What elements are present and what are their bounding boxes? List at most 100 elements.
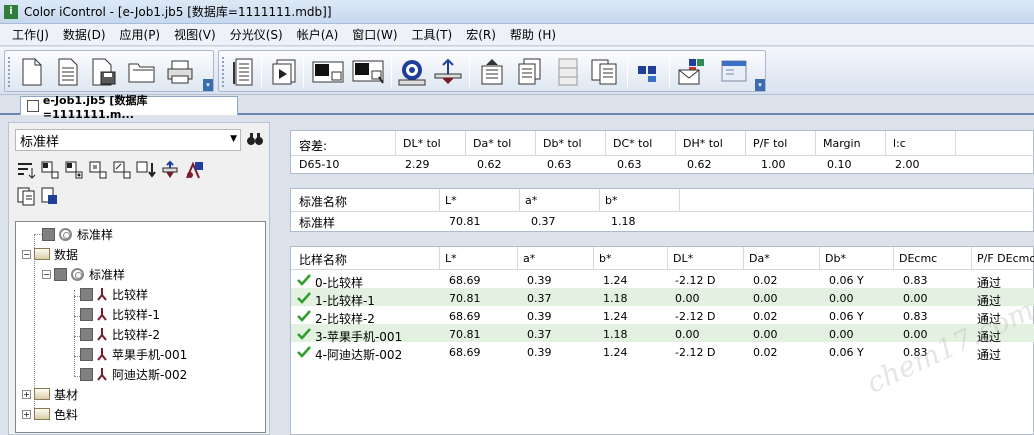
tree-item-substrate[interactable]: + 基材	[22, 385, 78, 403]
column-header[interactable]: L*	[445, 194, 457, 207]
tolerance-cell: 2.29	[405, 158, 430, 171]
toolbar-group-tools: ▾	[218, 50, 766, 92]
expand-icon[interactable]: +	[22, 389, 31, 399]
column-header[interactable]: Margin	[823, 137, 861, 150]
tree-item-colorant[interactable]: + 色料	[22, 405, 78, 423]
column-header[interactable]: Da*	[749, 252, 770, 265]
copy-sample-button[interactable]	[87, 159, 108, 180]
tab-e-job1[interactable]: e-Job1.jb5 [数据库=1111111.m...	[20, 94, 238, 121]
export-button[interactable]	[515, 57, 545, 87]
calibration-target-icon	[398, 60, 426, 86]
batch-read-button[interactable]	[183, 159, 204, 180]
tree-item-sample[interactable]: 比较样-2	[80, 325, 160, 343]
column-header[interactable]: a*	[523, 252, 535, 265]
instrument-read-button[interactable]	[159, 159, 180, 180]
menu-macro[interactable]: 宏(R)	[466, 26, 496, 43]
edit-sample-button[interactable]	[111, 159, 132, 180]
column-header[interactable]: b*	[599, 252, 611, 265]
table-row[interactable]: 0-比较样 68.69 0.39 1.24 -2.12 D 0.02 0.06 Y 0.83 通…	[291, 271, 1034, 290]
email-button[interactable]	[677, 57, 707, 87]
table-row[interactable]: 2-比较样-2 68.69 0.39 1.24 -2.12 D 0.02 0.06 Y 0.8…	[291, 307, 1034, 326]
toolbar-group-file: ▾	[4, 50, 214, 92]
swatch-icon	[80, 367, 93, 381]
menu-data[interactable]: 数据(D)	[63, 26, 106, 43]
add-sample-button[interactable]	[63, 159, 84, 180]
collapse-icon[interactable]: −	[42, 269, 51, 279]
column-header[interactable]: a*	[525, 194, 537, 207]
open-document-button[interactable]	[53, 57, 83, 87]
column-header[interactable]: Db* tol	[543, 137, 582, 150]
add-standard-button[interactable]	[39, 159, 60, 180]
save-button[interactable]	[89, 57, 119, 87]
tree-item-sample[interactable]: 比较样-1	[80, 305, 160, 323]
toolbar-grip[interactable]	[222, 57, 225, 87]
tree-item-label: 比较样	[112, 287, 149, 302]
column-header[interactable]: b*	[605, 194, 617, 207]
menu-tools[interactable]: 工具(T)	[412, 26, 453, 43]
toolbar-grip[interactable]	[8, 57, 11, 87]
measure-standard-button[interactable]	[311, 57, 347, 87]
toolbar-overflow-button[interactable]: ▾	[755, 79, 765, 91]
move-down-button[interactable]	[135, 159, 156, 180]
select-color-button[interactable]	[39, 185, 60, 206]
column-header[interactable]: l:c	[893, 137, 906, 150]
menu-view[interactable]: 视图(V)	[174, 26, 216, 43]
column-header[interactable]: DH* tol	[683, 137, 723, 150]
expand-icon[interactable]: +	[22, 409, 31, 419]
print-button[interactable]	[165, 57, 195, 87]
sort-tree-button[interactable]	[15, 159, 36, 180]
column-header[interactable]: Db*	[825, 252, 846, 265]
slideshow-button[interactable]	[269, 57, 299, 87]
duplicate-button[interactable]	[15, 185, 36, 206]
tree-item-label: 标准样	[89, 267, 126, 282]
sample-tree[interactable]: 标准样 − 数据 − 标准样 比较样 比较样-1 比较样-2 苹果手机-001 …	[15, 221, 266, 433]
menu-application[interactable]: 应用(P)	[120, 26, 161, 43]
tree-item-sample[interactable]: 阿迪达斯-002	[80, 365, 187, 383]
tree-item-data[interactable]: − 数据	[22, 245, 78, 263]
column-header[interactable]: DL*	[673, 252, 693, 265]
binoculars-search-icon[interactable]	[247, 132, 263, 150]
menu-window[interactable]: 窗口(W)	[352, 26, 397, 43]
menu-help[interactable]: 帮助 (H)	[510, 26, 556, 43]
tree-item-label: 标准样	[77, 227, 114, 242]
instrument-button[interactable]	[433, 57, 463, 87]
chevron-down-icon[interactable]: ▼	[230, 134, 237, 144]
tree-item-sample[interactable]: 苹果手机-001	[80, 345, 187, 363]
view-settings-button[interactable]	[719, 57, 749, 87]
toolbar-overflow-button[interactable]: ▾	[203, 79, 213, 91]
folder-icon	[34, 248, 50, 260]
menu-account[interactable]: 帐户(A)	[297, 26, 339, 43]
column-header[interactable]: DL* tol	[403, 137, 441, 150]
color-swatch-icon	[352, 60, 384, 84]
calibrate-button[interactable]	[397, 57, 427, 87]
column-header[interactable]: 比样名称	[299, 251, 347, 268]
tree-item-standard[interactable]: − 标准样	[42, 265, 125, 283]
measure-sample-button[interactable]	[351, 57, 387, 87]
copy-document-button[interactable]	[589, 57, 619, 87]
column-header[interactable]: DC* tol	[613, 137, 652, 150]
import-button[interactable]	[477, 57, 507, 87]
report-button[interactable]	[229, 57, 259, 87]
menu-job[interactable]: 工作(J)	[12, 26, 49, 43]
export-icon	[518, 58, 541, 85]
column-header[interactable]: DEcmc	[899, 252, 937, 265]
new-file-button[interactable]	[17, 57, 47, 87]
tolerance-cell: 2.00	[895, 158, 920, 171]
sample-cell: 1.24	[603, 346, 628, 359]
column-header[interactable]: Da* tol	[473, 137, 511, 150]
standard-selector[interactable]: 标准样 ▼	[15, 129, 241, 151]
mail-icon	[678, 59, 704, 85]
folder-button[interactable]	[127, 57, 157, 87]
menu-spectrophotometer[interactable]: 分光仪(S)	[230, 26, 283, 43]
tree-item-sample[interactable]: 比较样	[80, 285, 148, 303]
color-grid-button[interactable]	[633, 57, 663, 87]
column-header[interactable]: 标准名称	[299, 193, 347, 210]
column-header[interactable]: L*	[445, 252, 457, 265]
column-header[interactable]: P/F tol	[753, 137, 787, 150]
collapse-icon[interactable]: −	[22, 249, 31, 259]
column-header[interactable]: P/F DEcmc	[977, 252, 1034, 265]
archive-button[interactable]	[553, 57, 583, 87]
sample-cell: 0.00	[903, 292, 928, 305]
tree-item-standard-root[interactable]: 标准样	[42, 225, 113, 243]
table-row[interactable]: 1-比较样-1 70.81 0.37 1.18 0.00 0.00 0.00 0.00 通过	[291, 289, 1034, 308]
